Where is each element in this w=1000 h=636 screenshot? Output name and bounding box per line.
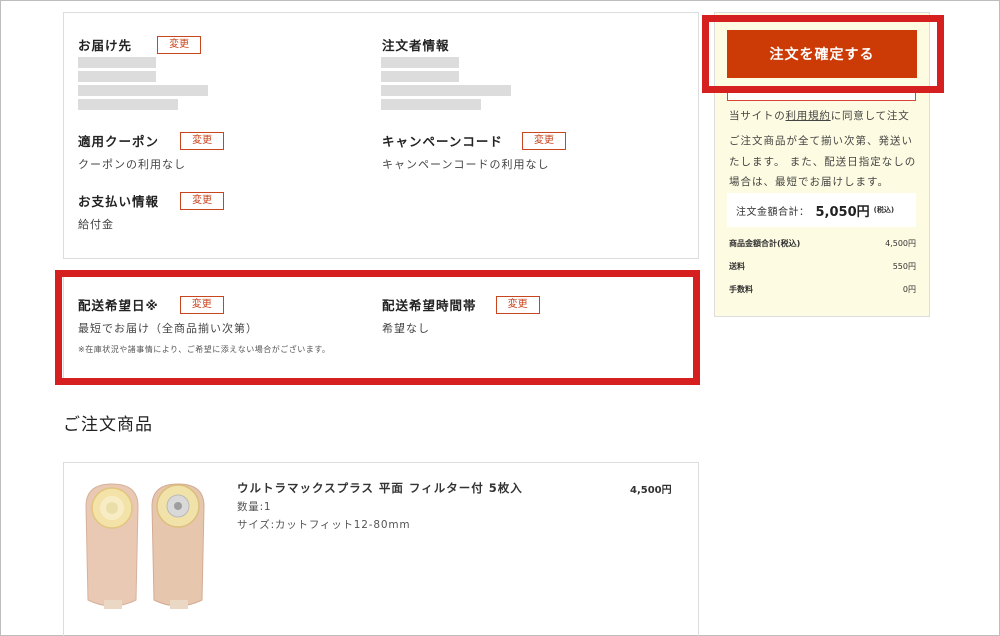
campaign-section: キャンペーンコード 変更 キャンペーンコードの利用なし [382,130,566,172]
coupon-value: クーポンの利用なし [78,158,186,171]
pouch-front [85,483,139,609]
delivery-address-change-button[interactable]: 変更 [157,35,202,54]
shipping-note: ご注文商品が全て揃い次第、発送いたします。 また、配送日指定なしの場合は、最短で… [729,135,917,188]
highlight-box-confirm [702,15,944,93]
redacted-text [78,71,156,82]
coupon-section: 適用クーポン 変更 クーポンの利用なし [78,130,225,172]
redacted-text [381,85,511,96]
product-quantity: 数量:1 [237,501,272,513]
summary-row-label: 商品金額合計(税込) [729,239,801,248]
redacted-text [381,57,459,68]
pouch-back [151,483,205,609]
highlight-box-delivery [55,270,700,385]
orderer-section: 注文者情報 [382,34,450,54]
redacted-text [381,71,459,82]
summary-row-label: 送料 [729,262,745,271]
campaign-change-button[interactable]: 変更 [521,131,566,150]
order-total-label: 注文金額合計： [736,206,810,218]
payment-value: 給付金 [78,218,114,231]
redacted-text [78,57,156,68]
product-image[interactable] [78,478,218,618]
summary-row: 送料 550円 [729,261,916,272]
campaign-value: キャンペーンコードの利用なし [382,158,550,171]
summary-row-label: 手数料 [729,285,753,294]
terms-suffix: に同意して注文 [830,110,910,122]
summary-row-value: 0円 [902,285,916,294]
payment-title: お支払い情報 [78,194,160,209]
payment-change-button[interactable]: 変更 [180,191,225,210]
summary-row-value: 550円 [892,262,916,271]
summary-row: 商品金額合計(税込) 4,500円 [729,238,916,249]
terms-text: 当サイトの利用規約に同意して注文 [729,108,910,123]
ordered-items-heading: ご注文商品 [63,415,153,435]
delivery-address-section: お届け先 変更 [78,34,202,54]
delivery-address-title: お届け先 [78,38,133,53]
terms-link[interactable]: 利用規約 [786,110,831,122]
product-price: 4,500円 [630,485,672,496]
coupon-change-button[interactable]: 変更 [180,131,225,150]
campaign-title: キャンペーンコード [382,134,503,149]
terms-prefix: 当サイトの [729,110,786,122]
summary-row: 手数料 0円 [729,284,916,295]
order-total-box: 注文金額合計： 5,050円 (税込) [727,193,916,227]
redacted-text [381,99,481,110]
payment-section: お支払い情報 変更 給付金 [78,190,225,232]
coupon-title: 適用クーポン [78,134,160,149]
redacted-text [78,99,178,110]
order-total-value: 5,050円 [815,204,870,220]
redacted-text [78,85,208,96]
order-total-tax: (税込) [873,206,895,214]
summary-row-value: 4,500円 [885,239,916,248]
orderer-title: 注文者情報 [382,38,450,53]
product-size: サイズ:カットフィット12-80mm [237,519,411,531]
product-name[interactable]: ウルトラマックスプラス 平面 フィルター付 5枚入 [237,480,523,496]
